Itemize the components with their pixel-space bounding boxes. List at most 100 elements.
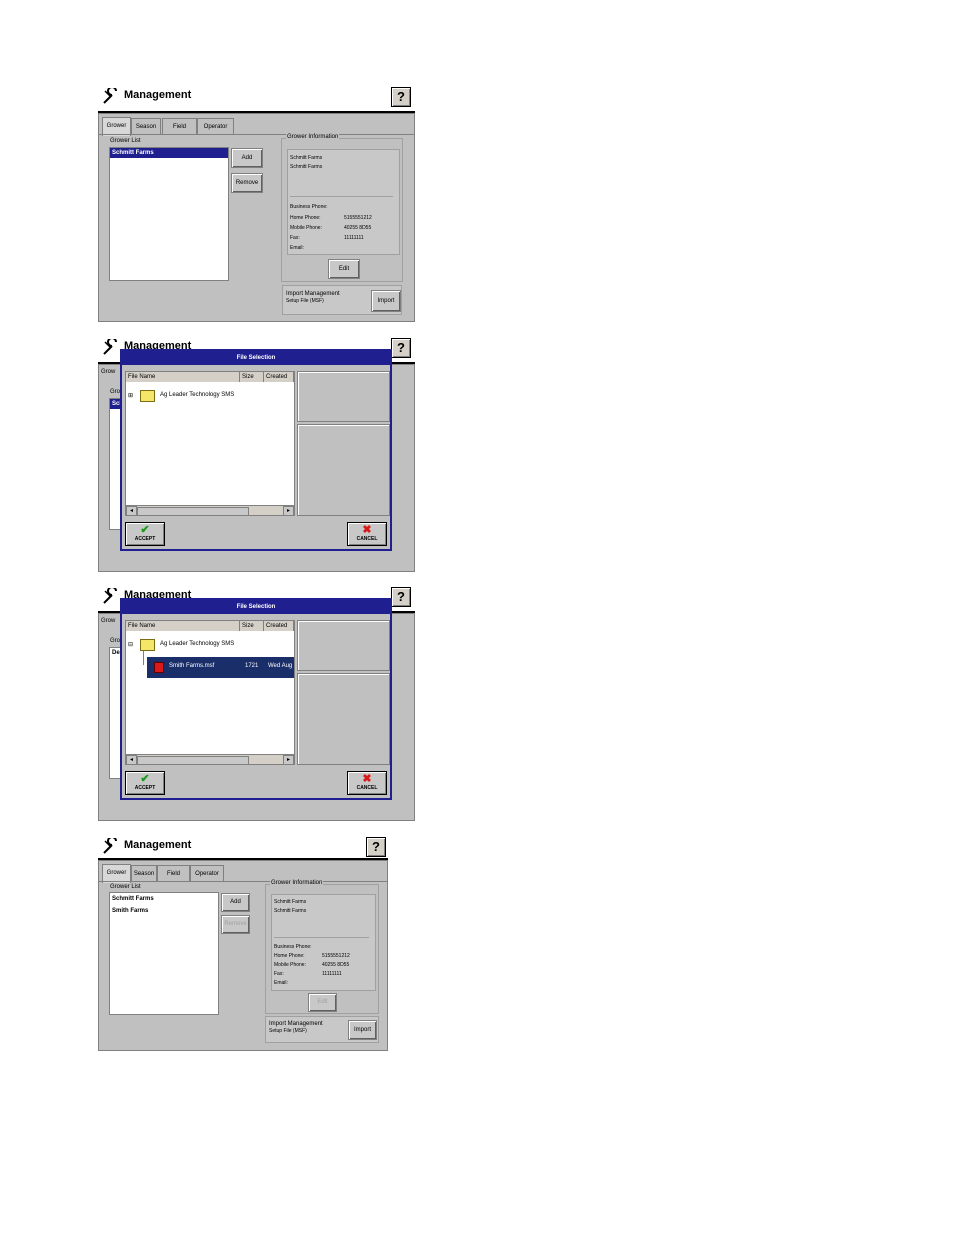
help-button[interactable]: ? xyxy=(366,837,386,857)
folder-label[interactable]: Ag Leader Technology SMS xyxy=(160,641,234,647)
home-phone-label: Home Phone: xyxy=(290,215,321,221)
file-size: 1721 xyxy=(245,663,259,669)
column-file-name[interactable]: File Name xyxy=(126,621,240,631)
remove-button[interactable]: Remove xyxy=(231,173,263,193)
import-text-1: Import Management xyxy=(269,1021,323,1027)
tab-operator[interactable]: Operator xyxy=(190,865,224,882)
scroll-left-icon[interactable]: ◂ xyxy=(126,755,137,765)
column-file-name[interactable]: File Name xyxy=(126,372,240,382)
column-created[interactable]: Created xyxy=(264,621,294,631)
info-name1: Schmitt Farms xyxy=(290,155,323,161)
grower-info-box: Schmitt Farms Schmitt Farms Business Pho… xyxy=(271,894,376,991)
fax-label: Fax: xyxy=(274,971,284,977)
cancel-button[interactable]: ✖ CANCEL xyxy=(347,522,387,546)
tab-divider xyxy=(99,881,387,882)
preview-pane-bottom xyxy=(297,673,390,765)
page-title: Management xyxy=(124,839,192,851)
file-row-selected[interactable]: Smith Farms.msf 1721 Wed Aug xyxy=(147,657,294,678)
title-bar: Management ? xyxy=(98,836,388,860)
column-size[interactable]: Size xyxy=(240,621,264,631)
mobile-phone-label: Mobile Phone: xyxy=(274,962,306,968)
file-created: Wed Aug xyxy=(268,663,293,669)
folder-open-icon xyxy=(140,639,155,651)
tab-grower-partial: Grow xyxy=(101,618,116,624)
remove-button[interactable]: Remove xyxy=(221,915,250,934)
list-item[interactable]: Schmitt Farms xyxy=(110,148,228,158)
tab-season[interactable]: Season xyxy=(131,865,157,882)
accept-label: ACCEPT xyxy=(134,785,156,791)
mobile-phone-value: 40255 8D55 xyxy=(322,962,350,968)
tab-operator[interactable]: Operator xyxy=(197,118,234,135)
import-button[interactable]: Import xyxy=(348,1020,377,1040)
check-icon: ✔ xyxy=(140,524,150,536)
import-text-1: Import Management xyxy=(286,291,340,297)
scroll-thumb[interactable] xyxy=(137,507,249,516)
list-item[interactable]: Schmitt Farms xyxy=(110,893,218,905)
preview-pane-top xyxy=(297,620,390,671)
grower-list[interactable]: Schmitt Farms xyxy=(109,147,229,281)
info-name1: Schmitt Farms xyxy=(274,899,307,905)
management-panel: Grower Season Field Operator Grower List… xyxy=(98,860,388,1051)
grower-list-label: Grower List xyxy=(110,138,141,144)
check-icon: ✔ xyxy=(140,773,150,785)
business-phone-label: Business Phone: xyxy=(274,944,312,950)
add-button[interactable]: Add xyxy=(231,148,263,168)
accept-button[interactable]: ✔ ACCEPT xyxy=(125,771,165,795)
horizontal-scrollbar[interactable]: ◂ ▸ xyxy=(126,754,294,765)
tab-field[interactable]: Field xyxy=(157,865,190,882)
business-phone-label: Business Phone: xyxy=(290,204,328,210)
fax-label: Fax: xyxy=(290,235,300,241)
screenshot-4: Management ? Grower Season Field Operato… xyxy=(98,836,388,1051)
fax-value: 11111111 xyxy=(344,235,364,241)
grower-info-label: Grower Information xyxy=(270,880,324,886)
folder-icon xyxy=(140,390,155,402)
folder-label[interactable]: Ag Leader Technology SMS xyxy=(160,392,234,398)
home-phone-value: 5155551212 xyxy=(344,215,372,221)
divider xyxy=(274,937,369,938)
file-icon xyxy=(154,662,164,673)
tab-season[interactable]: Season xyxy=(131,118,161,135)
help-button[interactable]: ? xyxy=(391,587,411,607)
tab-field[interactable]: Field xyxy=(162,118,197,135)
cancel-label: CANCEL xyxy=(356,536,378,542)
list-item[interactable]: Smith Farms xyxy=(110,905,218,917)
accept-button[interactable]: ✔ ACCEPT xyxy=(125,522,165,546)
collapse-icon[interactable]: ⊟ xyxy=(128,641,133,648)
cancel-button[interactable]: ✖ CANCEL xyxy=(347,771,387,795)
scroll-thumb[interactable] xyxy=(137,756,249,765)
grower-list[interactable]: Schmitt Farms Smith Farms xyxy=(109,892,219,1015)
home-phone-value: 5155551212 xyxy=(322,953,350,959)
info-name2: Schmitt Farms xyxy=(290,164,323,170)
expand-icon[interactable]: ⊞ xyxy=(128,392,133,399)
horizontal-scrollbar[interactable]: ◂ ▸ xyxy=(126,505,294,516)
scroll-right-icon[interactable]: ▸ xyxy=(283,506,294,516)
wrench-icon xyxy=(103,588,117,604)
dialog-title: File Selection xyxy=(122,351,390,365)
management-panel: Grower Season Field Operator Grower List… xyxy=(98,113,415,322)
wrench-icon xyxy=(103,339,117,355)
scroll-right-icon[interactable]: ▸ xyxy=(283,755,294,765)
x-icon: ✖ xyxy=(362,773,372,785)
import-button[interactable]: Import xyxy=(371,290,401,312)
file-selection-dialog: File Selection File Name Size Created ⊞ … xyxy=(120,349,392,551)
import-text-2: Setup File (MSF) xyxy=(269,1028,307,1034)
edit-button[interactable]: Edit xyxy=(328,259,360,279)
help-button[interactable]: ? xyxy=(391,338,411,358)
home-phone-label: Home Phone: xyxy=(274,953,305,959)
scroll-left-icon[interactable]: ◂ xyxy=(126,506,137,516)
file-list[interactable]: File Name Size Created ⊟ Ag Leader Techn… xyxy=(125,620,295,765)
column-created[interactable]: Created xyxy=(264,372,294,382)
file-list[interactable]: File Name Size Created ⊞ Ag Leader Techn… xyxy=(125,371,295,516)
mobile-phone-value: 40255 8D55 xyxy=(344,225,372,231)
file-name: Smith Farms.msf xyxy=(169,663,215,669)
wrench-icon xyxy=(103,838,117,854)
help-button[interactable]: ? xyxy=(391,87,411,107)
edit-button[interactable]: Edit xyxy=(308,993,337,1012)
fax-value: 11111111 xyxy=(322,971,342,977)
column-size[interactable]: Size xyxy=(240,372,264,382)
preview-pane-top xyxy=(297,371,390,422)
import-text-2: Setup File (MSF) xyxy=(286,298,324,304)
add-button[interactable]: Add xyxy=(221,893,250,912)
grower-info-group: Grower Information Schmitt Farms Schmitt… xyxy=(265,880,379,1014)
grower-info-box: Schmitt Farms Schmitt Farms Business Pho… xyxy=(287,149,400,255)
